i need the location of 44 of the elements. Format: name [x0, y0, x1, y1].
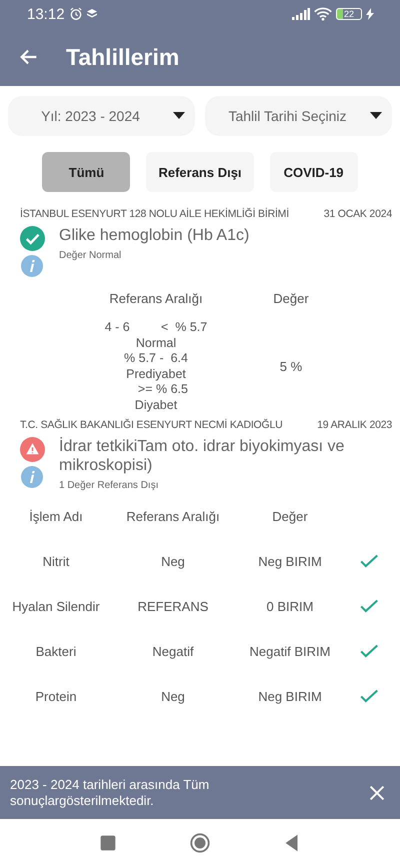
home-icon[interactable] — [189, 832, 211, 854]
snackbar-message: 2023 - 2024 tarihleri arasında Tüm sonuçlargösterilmektedir. — [10, 776, 210, 808]
test-name: Glike hemoglobin (Hb A1c) — [59, 226, 250, 245]
table-cell-text: Negatif — [151, 644, 195, 661]
table-cell-text: Bakteri — [34, 644, 78, 661]
reference-range: 4 - 6 < % 5.7 Normal % 5.7 - 6.4 Prediyabet >= % 6.5 Diyabet — [104, 320, 208, 413]
table-cell-text: 0 BIRIM — [266, 599, 314, 616]
table-cell-text: REFERANS — [136, 599, 210, 616]
page-title: Tahlillerim — [66, 44, 180, 70]
signal-icon — [292, 8, 310, 20]
result-summary: 1 Değer Referans Dışı — [59, 480, 160, 491]
caret-icon — [370, 112, 382, 120]
filter-tab[interactable]: Tümü — [42, 152, 130, 192]
result-summary: Değer Normal — [59, 250, 122, 261]
result-date: 19 ARALIK 2023 — [317, 419, 392, 431]
column-header: Değer — [271, 509, 309, 526]
table-cell-text: Nitrit — [42, 554, 70, 571]
column-header: Değer — [272, 291, 310, 306]
alarm-icon — [68, 7, 83, 21]
table-cell-text: Neg — [160, 689, 186, 706]
charging-icon — [366, 8, 374, 20]
caret-icon — [173, 112, 185, 120]
test-name: İdrar tetkikiTam oto. idrar biyokimyası ve mikroskopisi) — [59, 437, 346, 475]
battery-icon: 22 — [336, 8, 362, 20]
table-cell-text: Neg — [160, 554, 186, 571]
filter-tab[interactable]: Referans Dışı — [146, 152, 254, 192]
table-cell-text: Hyalan Silendir — [11, 599, 101, 616]
table-cell-text: Negatif BIRIM — [248, 644, 332, 661]
table-cell-text: Neg BIRIM — [257, 554, 323, 571]
institution-name: İSTANBUL ESENYURT 128 NOLU AİLE HEKİMLİĞİ BİRİMİ — [20, 208, 289, 220]
result-date: 31 OCAK 2024 — [324, 208, 392, 220]
status-time: 13:12 — [27, 6, 65, 22]
column-header: Referans Aralığı — [108, 291, 204, 306]
institution-name: T.C. SAĞLIK BAKANLIĞI ESENYURT NECMİ KADIOĞLU — [20, 419, 283, 431]
table-cell-text: Neg BIRIM — [257, 689, 323, 706]
table-cell-text: Protein — [34, 689, 78, 706]
filter-tab[interactable]: COVID-19 — [270, 152, 358, 192]
result-value: 5 % — [278, 359, 304, 374]
dropdown[interactable]: Tahlil Tarihi Seçiniz — [205, 96, 392, 136]
dropdown[interactable]: Yıl: 2023 - 2024 — [8, 96, 195, 136]
stack-icon — [86, 9, 97, 19]
column-header: İşlem Adı — [28, 509, 84, 526]
wifi-icon — [314, 7, 332, 21]
column-header: Referans Aralığı — [125, 509, 221, 526]
